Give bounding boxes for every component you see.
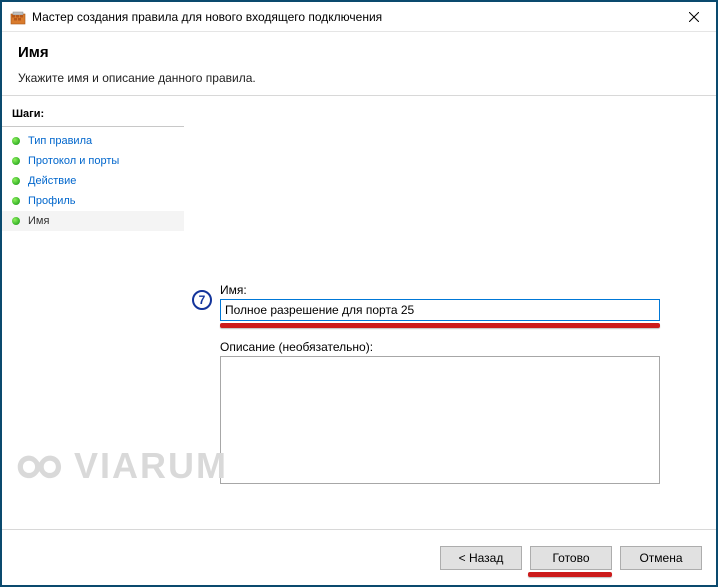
bullet-icon — [12, 137, 20, 145]
steps-sidebar: Шаги: Тип правила Протокол и порты Дейст… — [2, 96, 184, 529]
step-label: Тип правила — [28, 135, 92, 147]
annotation-underline-finish — [528, 572, 612, 577]
step-item-protocol[interactable]: Протокол и порты — [2, 151, 184, 171]
steps-heading: Шаги: — [2, 104, 184, 127]
finish-button[interactable]: Готово — [530, 546, 612, 570]
description-label: Описание (необязательно): — [220, 340, 660, 354]
window-title: Мастер создания правила для нового входя… — [32, 10, 382, 24]
titlebar: Мастер создания правила для нового входя… — [2, 2, 716, 32]
wizard-header: Имя Укажите имя и описание данного прави… — [2, 32, 716, 96]
wizard-footer: < Назад Готово Отмена — [2, 529, 716, 585]
wizard-content: 7 Имя: Описание (необязательно): — [184, 96, 716, 529]
page-title: Имя — [18, 44, 700, 61]
annotation-underline — [220, 323, 660, 328]
bullet-icon — [12, 157, 20, 165]
back-button[interactable]: < Назад — [440, 546, 522, 570]
step-item-profile[interactable]: Профиль — [2, 191, 184, 211]
name-label: Имя: — [220, 283, 660, 297]
step-item-action[interactable]: Действие — [2, 171, 184, 191]
name-field-block: Имя: Описание (необязательно): — [220, 283, 660, 487]
step-item-name[interactable]: Имя — [2, 211, 184, 231]
cancel-button[interactable]: Отмена — [620, 546, 702, 570]
bullet-icon — [12, 197, 20, 205]
wizard-window: Мастер создания правила для нового входя… — [0, 0, 718, 587]
step-label: Протокол и порты — [28, 155, 119, 167]
app-icon — [10, 9, 26, 25]
description-input[interactable] — [220, 356, 660, 484]
name-input[interactable] — [220, 299, 660, 321]
step-label: Действие — [28, 175, 76, 187]
step-label: Профиль — [28, 195, 76, 207]
description-field-block: Описание (необязательно): — [220, 340, 660, 487]
close-button[interactable] — [671, 2, 716, 31]
step-label: Имя — [28, 215, 49, 227]
page-subtitle: Укажите имя и описание данного правила. — [18, 71, 700, 85]
bullet-icon — [12, 217, 20, 225]
bullet-icon — [12, 177, 20, 185]
wizard-body: Шаги: Тип правила Протокол и порты Дейст… — [2, 96, 716, 529]
step-item-type[interactable]: Тип правила — [2, 131, 184, 151]
annotation-step-number: 7 — [192, 290, 212, 310]
close-icon — [689, 12, 699, 22]
